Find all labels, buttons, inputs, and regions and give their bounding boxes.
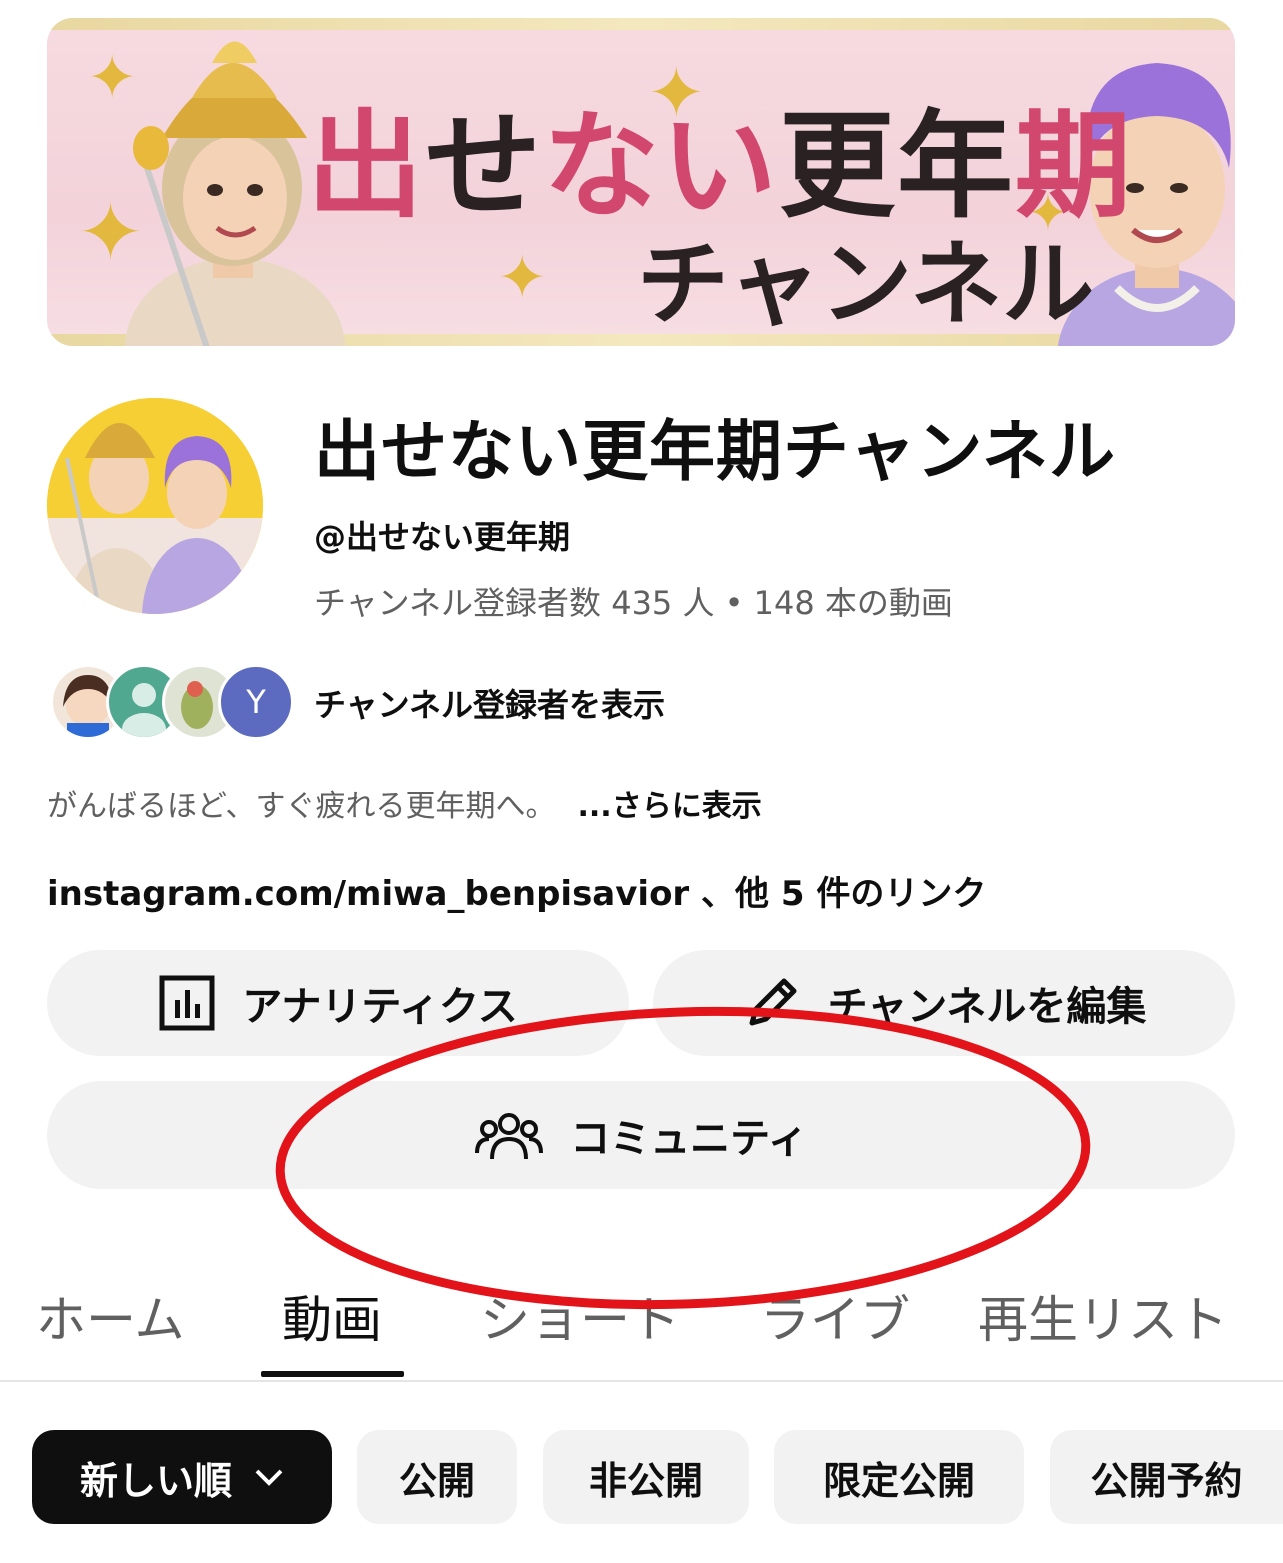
channel-links[interactable]: instagram.com/miwa_benpisavior 、他 5 件のリン… — [47, 866, 986, 915]
banner-title-part: 期 — [1015, 98, 1133, 234]
filter-chip-scheduled[interactable]: 公開予約 — [1050, 1430, 1283, 1524]
banner-title-line2: チャンネル — [637, 230, 1095, 338]
banner-title-part: 出 — [307, 98, 425, 234]
tab-playlists[interactable]: 再生リスト — [978, 1280, 1228, 1352]
banner-title: 出せない更年期 チャンネル — [307, 88, 1131, 330]
description-text: がんばるほど、すぐ疲れる更年期へ。 — [47, 789, 556, 824]
filter-chip-public[interactable]: 公開 — [357, 1430, 517, 1524]
sort-label: 新しい順 — [79, 1458, 232, 1503]
pencil-icon — [742, 973, 802, 1033]
tab-videos[interactable]: 動画 — [282, 1280, 382, 1352]
channel-name: 出せない更年期チャンネル — [314, 413, 1117, 490]
people-icon — [474, 1107, 544, 1163]
banner-title-part: 更年 — [779, 98, 1015, 234]
subscriber-avatars[interactable]: Y — [50, 664, 294, 740]
analytics-button[interactable]: アナリティクス — [47, 950, 629, 1056]
tab-home[interactable]: ホーム — [36, 1280, 185, 1352]
banner-title-line1: 出せない更年期 — [307, 108, 1133, 224]
banner-title-part: ない — [543, 98, 779, 234]
analytics-label: アナリティクス — [242, 984, 518, 1030]
filter-chip-private[interactable]: 非公開 — [543, 1430, 749, 1524]
bar-chart-icon — [158, 974, 216, 1032]
channel-page: ✦ ✦ ✦ ✦ ✦ 出せない更年期 チャンネル 出せない更年期チャンネル @出せ… — [0, 0, 1283, 1563]
sort-dropdown[interactable]: 新しい順 — [32, 1430, 332, 1524]
channel-avatar[interactable] — [47, 398, 263, 614]
community-button[interactable]: コミュニティ — [47, 1081, 1235, 1189]
channel-description[interactable]: がんばるほど、すぐ疲れる更年期へ。 ...さらに表示 — [47, 781, 762, 825]
channel-handle: @出せない更年期 — [314, 518, 571, 556]
channel-avatar-image — [47, 398, 263, 614]
channel-stats: チャンネル登録者数 435 人 • 148 本の動画 — [314, 584, 953, 622]
filter-chip-unlisted[interactable]: 限定公開 — [774, 1430, 1024, 1524]
banner-title-part: せ — [425, 98, 543, 234]
show-more-link[interactable]: ...さらに表示 — [578, 789, 762, 824]
channel-banner: ✦ ✦ ✦ ✦ ✦ 出せない更年期 チャンネル — [47, 18, 1235, 346]
community-label: コミュニティ — [570, 1116, 808, 1162]
active-tab-indicator — [261, 1371, 404, 1377]
edit-channel-label: チャンネルを編集 — [827, 984, 1147, 1030]
chevron-down-icon — [254, 1467, 284, 1487]
subscriber-avatar: Y — [218, 664, 294, 740]
tab-shorts[interactable]: ショート — [480, 1280, 680, 1352]
channel-tabs: ホーム 動画 ショート ライブ 再生リスト — [0, 1270, 1283, 1382]
edit-channel-button[interactable]: チャンネルを編集 — [653, 950, 1235, 1056]
tab-live[interactable]: ライブ — [760, 1280, 910, 1352]
view-subscribers-link[interactable]: チャンネル登録者を表示 — [314, 680, 665, 726]
